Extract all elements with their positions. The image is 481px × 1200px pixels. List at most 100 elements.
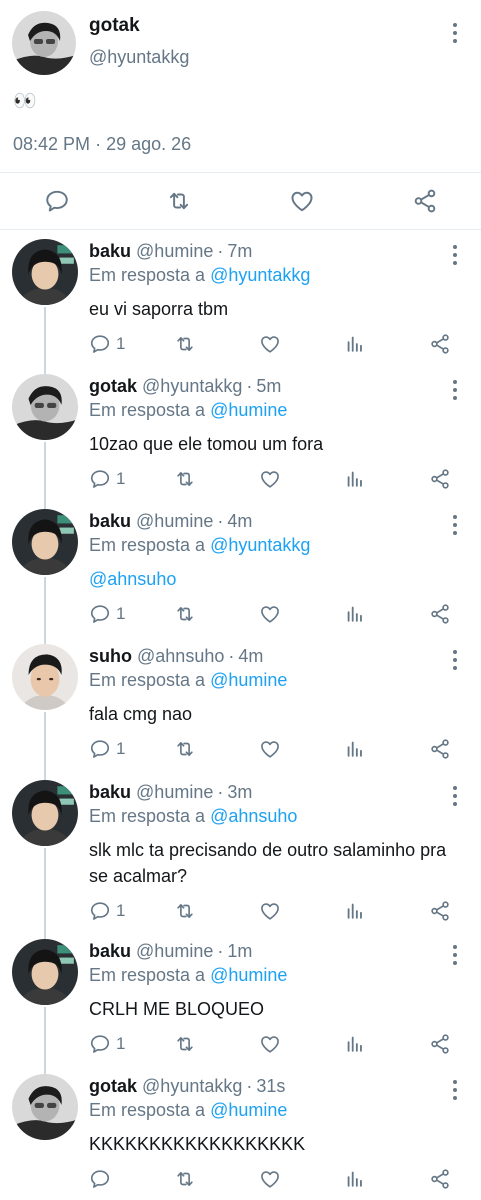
author-name[interactable]: gotak (89, 15, 140, 37)
retweet-icon[interactable] (174, 333, 196, 355)
author-handle[interactable]: @humine (136, 511, 213, 531)
replying-to-mention[interactable]: @humine (210, 965, 287, 985)
replying-to-mention[interactable]: @humine (210, 1100, 287, 1120)
retweet-icon[interactable] (174, 603, 196, 625)
retweet-icon[interactable] (166, 188, 192, 219)
share-icon[interactable] (429, 603, 451, 625)
retweet-icon[interactable] (174, 1168, 196, 1190)
more-icon[interactable] (452, 515, 458, 535)
reply-button[interactable]: 1 (89, 1033, 125, 1055)
author-handle[interactable]: @hyuntakkg (142, 1076, 242, 1096)
like-icon[interactable] (259, 603, 281, 625)
author-handle[interactable]: @hyuntakkg (89, 47, 189, 68)
replying-to-mention[interactable]: @hyuntakkg (210, 265, 310, 285)
author-handle[interactable]: @humine (136, 782, 213, 802)
replying-to-label: Em resposta a (89, 535, 206, 555)
reply-time: 1m (227, 941, 253, 961)
like-icon[interactable] (289, 188, 315, 219)
more-icon[interactable] (452, 23, 458, 43)
replying-to-mention[interactable]: @humine (210, 670, 287, 690)
avatar[interactable] (12, 374, 78, 440)
author-name[interactable]: gotak (89, 376, 137, 396)
analytics-icon[interactable] (344, 1033, 366, 1055)
reply-actions: 1 (89, 1033, 459, 1059)
more-icon[interactable] (452, 245, 458, 265)
reply-text: KKKKKKKKKKKKKKKKKK (89, 1134, 306, 1154)
like-icon[interactable] (259, 1168, 281, 1190)
reply-text: CRLH ME BLOQUEO (89, 999, 265, 1019)
reply-button[interactable]: 1 (89, 900, 125, 922)
avatar[interactable] (12, 11, 76, 75)
thread-line (44, 577, 46, 644)
reply-button[interactable]: 1 (89, 468, 125, 490)
analytics-icon[interactable] (344, 603, 366, 625)
reply-icon (89, 738, 111, 760)
avatar[interactable] (12, 1074, 78, 1140)
reply-icon[interactable] (44, 188, 70, 219)
replying-to-mention[interactable]: @ahnsuho (210, 806, 297, 826)
like-icon[interactable] (259, 738, 281, 760)
reply-count: 1 (116, 1034, 126, 1053)
retweet-icon[interactable] (174, 468, 196, 490)
more-icon[interactable] (452, 650, 458, 670)
reply-icon (89, 900, 111, 922)
retweet-icon[interactable] (174, 738, 196, 760)
avatar[interactable] (12, 509, 78, 575)
retweet-icon[interactable] (174, 1033, 196, 1055)
tweet-actions (0, 172, 481, 230)
like-icon[interactable] (259, 1033, 281, 1055)
reply-count: 1 (116, 334, 126, 353)
replying-to-mention[interactable]: @humine (210, 400, 287, 420)
reply-button[interactable]: 1 (89, 603, 125, 625)
author-name[interactable]: baku (89, 241, 131, 261)
reply-time: 4m (238, 646, 264, 666)
analytics-icon[interactable] (344, 738, 366, 760)
share-icon[interactable] (412, 188, 438, 219)
share-icon[interactable] (429, 333, 451, 355)
like-icon[interactable] (259, 333, 281, 355)
author-name[interactable]: baku (89, 511, 131, 531)
replying-to-label: Em resposta a (89, 965, 206, 985)
author-handle[interactable]: @humine (136, 941, 213, 961)
analytics-icon[interactable] (344, 468, 366, 490)
reply-header: suho @ahnsuho · 4m (89, 646, 263, 667)
replying-to-mention[interactable]: @hyuntakkg (210, 535, 310, 555)
share-icon[interactable] (429, 1168, 451, 1190)
share-icon[interactable] (429, 900, 451, 922)
share-icon[interactable] (429, 738, 451, 760)
reply-icon (89, 603, 111, 625)
author-name[interactable]: baku (89, 782, 131, 802)
author-name[interactable]: suho (89, 646, 132, 666)
avatar[interactable] (12, 239, 78, 305)
analytics-icon[interactable] (344, 1168, 366, 1190)
reply-button[interactable]: 1 (89, 333, 125, 355)
more-icon[interactable] (452, 380, 458, 400)
more-icon[interactable] (452, 786, 458, 806)
reply-header: baku @humine · 4m (89, 511, 252, 532)
avatar[interactable] (12, 644, 78, 710)
replying-to: Em resposta a @humine (89, 670, 287, 691)
reply-button[interactable]: 1 (89, 738, 125, 760)
like-icon[interactable] (259, 468, 281, 490)
reply-text: eu vi saporra tbm (89, 299, 229, 319)
like-icon[interactable] (259, 900, 281, 922)
reply-button[interactable] (89, 1168, 116, 1190)
more-icon[interactable] (452, 1080, 458, 1100)
retweet-icon[interactable] (174, 900, 196, 922)
share-icon[interactable] (429, 1033, 451, 1055)
share-icon[interactable] (429, 468, 451, 490)
analytics-icon[interactable] (344, 333, 366, 355)
separator: · (95, 134, 102, 154)
author-handle[interactable]: @hyuntakkg (142, 376, 242, 396)
reply-count: 1 (116, 739, 126, 758)
avatar[interactable] (12, 780, 78, 846)
analytics-icon[interactable] (344, 900, 366, 922)
reply-text: fala cmg nao (89, 704, 193, 724)
author-handle[interactable]: @humine (136, 241, 213, 261)
author-name[interactable]: gotak (89, 1076, 137, 1096)
replying-to: Em resposta a @ahnsuho (89, 806, 297, 827)
avatar[interactable] (12, 939, 78, 1005)
author-handle[interactable]: @ahnsuho (137, 646, 224, 666)
author-name[interactable]: baku (89, 941, 131, 961)
more-icon[interactable] (452, 945, 458, 965)
